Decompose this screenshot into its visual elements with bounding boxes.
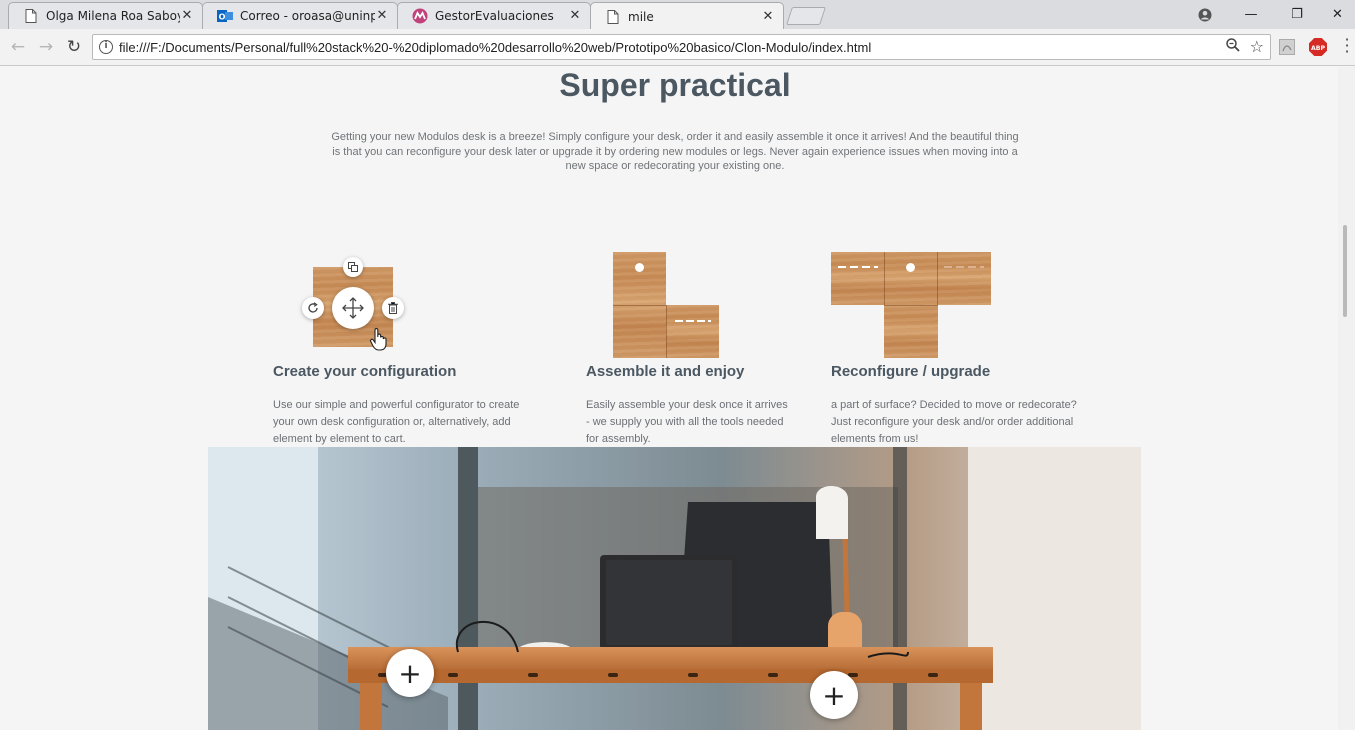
address-bar[interactable]: i file:///F:/Documents/Personal/full%20s… [92,34,1271,60]
hand-cursor-icon [369,327,389,355]
feature-title-reconfigure: Reconfigure / upgrade [831,363,991,380]
scrollbar-thumb[interactable] [1343,225,1347,317]
adblock-icon[interactable]: ABP [1309,38,1327,56]
close-icon[interactable]: ✕ [568,9,582,23]
close-icon[interactable]: ✕ [761,9,775,24]
pdf-extension-icon[interactable] [1278,38,1296,56]
desk-module-side[interactable] [666,305,719,358]
hotspot-plus-button[interactable]: + [810,671,858,719]
close-window-button[interactable]: ✕ [1320,0,1355,29]
info-icon[interactable]: i [99,40,113,54]
page-scrollbar[interactable] [1338,67,1355,730]
restore-button[interactable]: ❐ [1274,0,1320,29]
tab-olga[interactable]: Olga Milena Roa Saboya ✕ [8,2,203,29]
document-icon [23,8,39,24]
browser-toolbar: ← → ↻ i file:///F:/Documents/Personal/fu… [0,29,1355,66]
new-tab-button[interactable] [786,7,826,25]
tab-gestor[interactable]: GestorEvaluaciones ✕ [397,2,591,29]
feature-text-create: Use our simple and powerful configurator… [273,399,520,445]
desk-module-bottom[interactable] [884,305,938,358]
svg-text:O: O [219,13,226,22]
cable-slot [838,266,878,268]
desk-module-row[interactable] [831,252,991,305]
tab-title: Correo - oroasa@uninpa [240,9,375,23]
tab-title: Olga Milena Roa Saboya [46,9,180,23]
minimize-button[interactable]: — [1228,0,1274,29]
close-icon[interactable]: ✕ [180,9,194,23]
document-icon [605,9,621,25]
close-icon[interactable]: ✕ [375,9,389,23]
rotate-icon[interactable] [302,297,324,319]
move-icon[interactable] [332,287,374,329]
cable-hole [906,263,915,272]
module-seam [613,305,666,306]
adblock-label: ABP [1311,45,1326,52]
page-heading: Super practical [559,67,791,103]
url-text[interactable]: file:///F:/Documents/Personal/full%20sta… [119,40,871,55]
reload-button[interactable]: ↻ [62,35,86,59]
tab-correo[interactable]: O Correo - oroasa@uninpa ✕ [202,2,398,29]
feature-text-reconfigure: a part of surface? Decided to move or re… [831,399,1077,445]
cable-slot [675,320,711,322]
module-seam [666,305,667,358]
module-seam [884,252,885,305]
intro-paragraph: Getting your new Modulos desk is a breez… [331,131,1019,172]
bookmark-star-icon[interactable]: ☆ [1250,37,1264,56]
feature-text-assemble: Easily assemble your desk once it arrive… [586,399,788,445]
duplicate-icon[interactable] [343,257,363,277]
delete-icon[interactable] [382,297,404,319]
page-viewport: Super practical Getting your new Modulos… [0,67,1355,730]
feature-title-assemble: Assemble it and enjoy [586,363,745,380]
cable-slot [944,266,984,268]
back-button[interactable]: ← [6,35,30,59]
tab-title: mile [628,9,654,24]
outlook-icon: O [217,8,233,24]
gestor-logo-icon [412,8,428,24]
tab-title: GestorEvaluaciones [435,9,554,23]
office-scene-illustration [208,447,1141,730]
module-seam [937,252,938,305]
browser-tabstrip: Olga Milena Roa Saboya ✕ O Correo - oroa… [0,0,1355,30]
profile-icon[interactable] [1182,0,1228,29]
menu-icon[interactable]: · · · [1342,32,1352,60]
module-seam [884,305,938,306]
cable-hole [635,263,644,272]
zoom-icon[interactable] [1226,38,1240,56]
feature-title-create: Create your configuration [273,363,457,380]
hotspot-plus-button[interactable]: + [386,649,434,697]
forward-button[interactable]: → [34,35,58,59]
tab-mile[interactable]: mile ✕ [590,2,784,30]
office-desk-photo: + + [208,447,1141,730]
